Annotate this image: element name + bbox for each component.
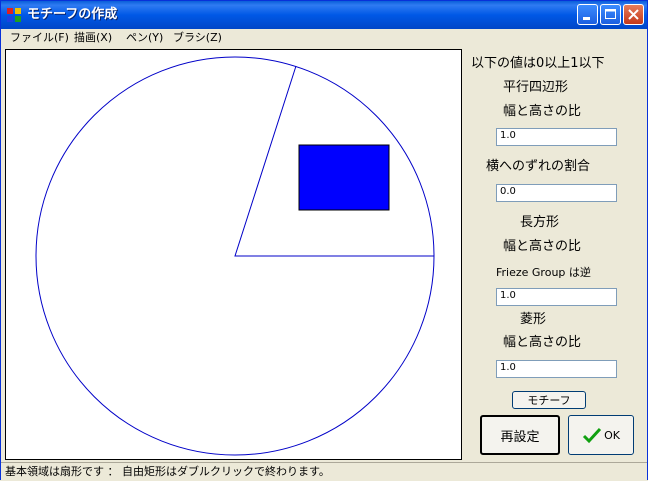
maximize-button[interactable]: [600, 4, 621, 25]
rectangle-heading: 長方形: [520, 215, 560, 230]
ok-label: OK: [604, 428, 620, 442]
status-text: 基本領域は扇形です ： 自由矩形はダブルクリックで終わります。: [5, 465, 330, 478]
close-button[interactable]: [623, 4, 644, 25]
rectangle-ratio-label: 幅と高さの比: [503, 239, 582, 254]
checkmark-icon: [583, 427, 602, 444]
parallelogram-shift-label: 横へのずれの割合: [486, 159, 591, 174]
rhombus-ratio-input[interactable]: 1.0: [496, 360, 617, 378]
parallelogram-ratio-input[interactable]: 1.0: [496, 128, 617, 146]
rhombus-heading: 菱形: [520, 312, 547, 327]
minimize-icon: [583, 17, 590, 20]
minimize-button[interactable]: [577, 4, 598, 25]
ok-button[interactable]: OK: [568, 415, 634, 455]
motif-button[interactable]: モチーフ: [512, 391, 586, 409]
parallelogram-shift-input[interactable]: 0.0: [496, 184, 617, 202]
settings-panel: 以下の値は0以上1以下 平行四辺形 幅と高さの比 1.0 横へのずれの割合 0.…: [465, 49, 645, 459]
menu-brush[interactable]: ブラシ(Z): [173, 30, 222, 46]
rhombus-ratio-label: 幅と高さの比: [503, 335, 582, 350]
motif-window: モチーフの作成 ファイル(F) 描画(X) ペン(Y) ブラシ(Z) 以下の値は…: [0, 0, 648, 481]
title-bar[interactable]: モチーフの作成: [1, 1, 647, 29]
maximize-icon: [605, 9, 616, 19]
parallelogram-heading: 平行四辺形: [503, 80, 569, 95]
app-icon: [7, 8, 21, 22]
menu-draw[interactable]: 描画(X): [74, 30, 112, 46]
menu-bar: ファイル(F) 描画(X) ペン(Y) ブラシ(Z): [1, 29, 647, 47]
sector-drawing: [35, 56, 435, 456]
range-note: 以下の値は0以上1以下: [471, 56, 605, 71]
frieze-note: Frieze Group は逆: [496, 266, 591, 279]
menu-file[interactable]: ファイル(F): [10, 30, 69, 46]
status-bar: 基本領域は扇形です ： 自由矩形はダブルクリックで終わります。: [1, 462, 647, 481]
motif-rectangle[interactable]: [298, 144, 390, 211]
close-icon: [628, 9, 639, 20]
parallelogram-ratio-label: 幅と高さの比: [503, 104, 582, 119]
rectangle-ratio-input[interactable]: 1.0: [496, 288, 617, 306]
window-title: モチーフの作成: [27, 7, 118, 22]
drawing-canvas[interactable]: [5, 49, 462, 460]
reset-button[interactable]: 再設定: [480, 415, 560, 455]
menu-pen[interactable]: ペン(Y): [126, 30, 163, 46]
